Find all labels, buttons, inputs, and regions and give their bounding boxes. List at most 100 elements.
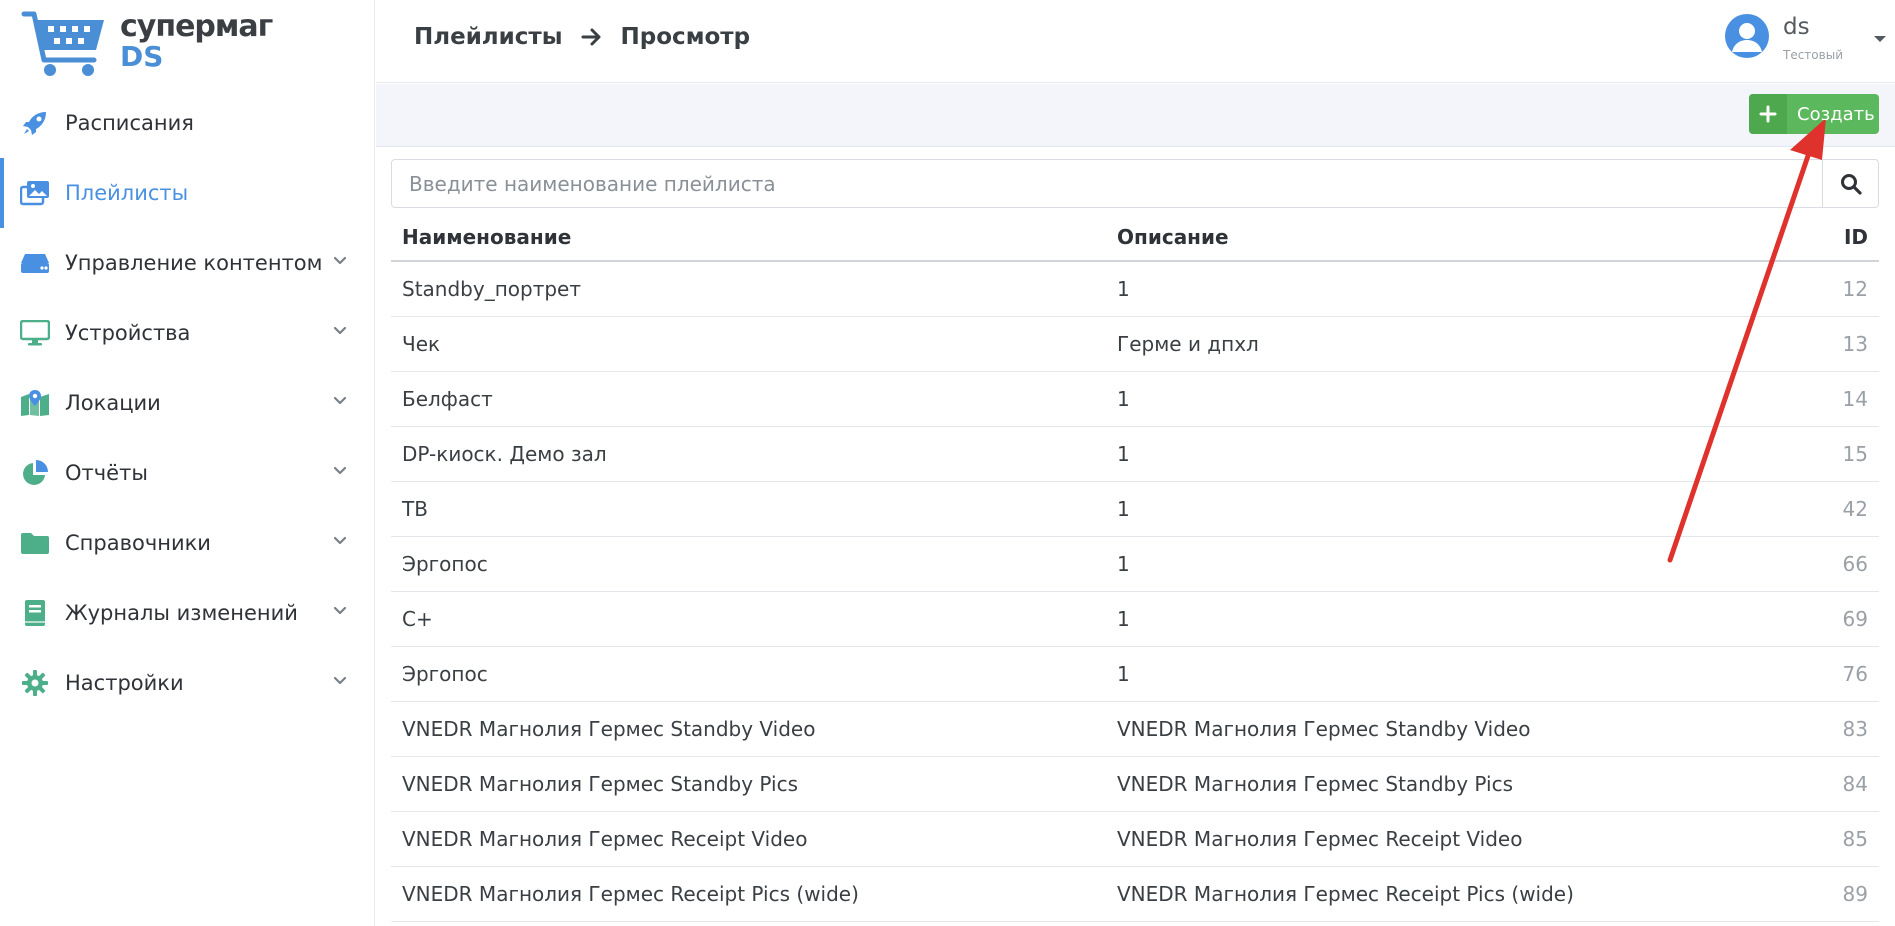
column-header-name[interactable]: Наименование [402,225,571,249]
sidebar-item-label: Плейлисты [65,181,189,205]
cell-id: 14 [1842,387,1868,411]
cell-id: 84 [1842,772,1868,796]
cell-description: 1 [1117,552,1130,576]
cell-name: Чек [402,332,441,356]
column-header-id[interactable]: ID [1844,225,1868,249]
table-row[interactable]: ТВ 1 42 [391,482,1879,537]
cell-id: 76 [1842,662,1868,686]
sidebar: супермаг DS Расписания Плейлисты Управле… [0,0,375,926]
arrow-right-icon [581,28,601,46]
monitor-icon [20,318,50,348]
sidebar-item-label: Журналы изменений [65,601,298,625]
logo-text: супермаг DS [120,9,273,73]
logo[interactable]: супермаг DS [20,8,273,80]
cell-id: 85 [1842,827,1868,851]
app: супермаг DS Расписания Плейлисты Управле… [0,0,1895,926]
cell-name: Белфаст [402,387,493,411]
table-row[interactable]: Белфаст 1 14 [391,372,1879,427]
sidebar-nav: Расписания Плейлисты Управление контенто… [0,88,374,718]
sidebar-item-label: Справочники [65,531,211,555]
book-icon [20,598,50,628]
cell-name: DP-киоск. Демо зал [402,442,607,466]
table-row[interactable]: VNEDR Магнолия Гермес Receipt Video VNEDR… [391,812,1879,867]
chevron-down-icon [333,466,347,475]
user-name: ds [1783,14,1810,40]
breadcrumb: Плейлисты Просмотр [414,24,750,50]
cell-name: VNEDR Магнолия Гермес Receipt Pics (wide… [402,882,859,906]
avatar [1725,14,1769,58]
cell-name: Эргопос [402,552,488,576]
sidebar-item-label: Настройки [65,671,184,695]
chevron-down-icon [333,676,347,685]
logo-subtitle: DS [120,40,164,73]
sidebar-item-label: Управление контентом [65,251,323,275]
cell-name: ТВ [402,497,428,521]
cell-description: 1 [1117,607,1130,631]
sidebar-item-label: Устройства [65,321,191,345]
caret-down-icon[interactable] [1873,34,1887,44]
cell-id: 13 [1842,332,1868,356]
table-row[interactable]: VNEDR Магнолия Гермес Standby Pics VNEDR … [391,757,1879,812]
cell-name: VNEDR Магнолия Гермес Standby Pics [402,772,799,796]
chevron-down-icon [333,606,347,615]
hdd-icon [20,248,50,278]
map-icon [20,388,50,418]
sidebar-item-schedules[interactable]: Расписания [0,88,374,158]
sidebar-item-label: Локации [65,391,161,415]
cell-id: 15 [1842,442,1868,466]
table-row[interactable]: Standby_портрет 1 12 [391,262,1879,317]
pie-chart-icon [20,458,50,488]
chevron-down-icon [333,256,347,265]
gear-icon [20,668,50,698]
table-header: Наименование Описание ID [391,214,1879,262]
images-icon [20,178,50,208]
cell-description: VNEDR Магнолия Гермес Receipt Pics (wide… [1117,882,1574,906]
table-row[interactable]: С+ 1 69 [391,592,1879,647]
breadcrumb-item-playlists[interactable]: Плейлисты [414,24,563,50]
table-row[interactable]: VNEDR Магнолия Гермес Receipt Pics (wide… [391,867,1879,922]
cell-description: VNEDR Магнолия Гермес Standby Video [1117,717,1531,741]
table-row[interactable]: Эргопос 1 76 [391,647,1879,702]
sidebar-item-label: Расписания [65,111,194,135]
cell-description: 1 [1117,662,1130,686]
logo-title: супермаг [120,9,273,44]
cell-description: 1 [1117,387,1130,411]
cell-id: 69 [1842,607,1868,631]
playlists-table: Наименование Описание ID Standby_портрет… [391,214,1879,922]
sidebar-item-references[interactable]: Справочники [0,508,374,578]
create-button[interactable]: Создать [1749,94,1879,134]
sidebar-item-content[interactable]: Управление контентом [0,228,374,298]
search-button[interactable] [1822,160,1878,207]
cell-description: 1 [1117,497,1130,521]
sidebar-item-changelogs[interactable]: Журналы изменений [0,578,374,648]
top-header: Плейлисты Просмотр ds Тестовый [376,0,1895,83]
search-input[interactable] [392,160,1822,207]
chevron-down-icon [333,326,347,335]
breadcrumb-item-view: Просмотр [620,24,751,50]
folder-icon [20,528,50,558]
cell-id: 42 [1842,497,1868,521]
table-row[interactable]: VNEDR Магнолия Гермес Standby Video VNEDR… [391,702,1879,757]
sidebar-item-label: Отчёты [65,461,148,485]
cell-description: VNEDR Магнолия Гермес Standby Pics [1117,772,1514,796]
cell-id: 89 [1842,882,1868,906]
table-row[interactable]: Эргопос 1 66 [391,537,1879,592]
cell-description: VNEDR Магнолия Гермес Receipt Video [1117,827,1523,851]
rocket-icon [20,108,50,138]
cell-name: VNEDR Магнолия Гермес Standby Video [402,717,816,741]
search-bar [391,159,1879,208]
sidebar-item-settings[interactable]: Настройки [0,648,374,718]
toolbar: Создать [376,84,1895,147]
table-row[interactable]: Чек Герме и дпхл 13 [391,317,1879,372]
sidebar-item-devices[interactable]: Устройства [0,298,374,368]
cell-description: 1 [1117,277,1130,301]
table-row[interactable]: DP-киоск. Демо зал 1 15 [391,427,1879,482]
cell-name: С+ [402,607,433,631]
sidebar-item-reports[interactable]: Отчёты [0,438,374,508]
column-header-description[interactable]: Описание [1117,225,1229,249]
search-icon [1840,173,1862,195]
cell-name: VNEDR Магнолия Гермес Receipt Video [402,827,808,851]
sidebar-item-playlists[interactable]: Плейлисты [0,158,374,228]
sidebar-item-locations[interactable]: Локации [0,368,374,438]
user-menu[interactable]: ds Тестовый [1725,12,1895,72]
